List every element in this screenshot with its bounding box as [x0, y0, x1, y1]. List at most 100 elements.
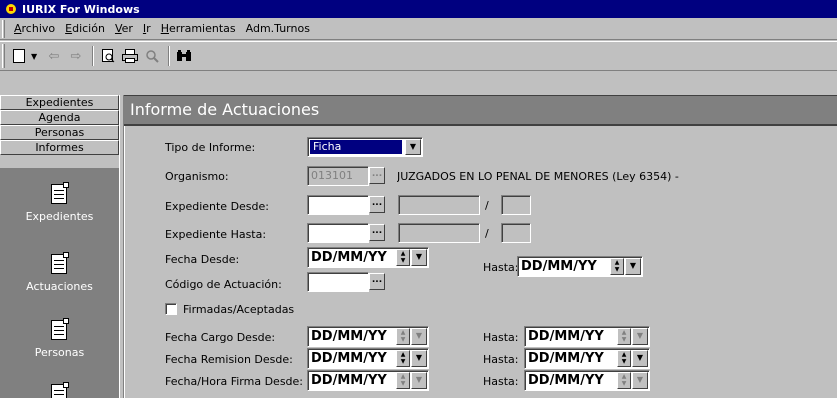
organismo-name: JUZGADOS EN LO PENAL DE MENORES (Ley 635…	[397, 170, 679, 183]
menu-ver[interactable]: Ver	[110, 22, 138, 35]
sidebar-tab-informes[interactable]: Informes	[0, 140, 119, 155]
chevron-down-icon[interactable]: ▼	[632, 372, 648, 389]
spin-updown-icon[interactable]: ▲ ▼	[396, 249, 410, 266]
fecha-cargo-desde-date[interactable]: DD/MM/YY ▲ ▼ ▼	[307, 326, 429, 347]
chevron-down-icon[interactable]: ▼	[632, 328, 648, 345]
menu-herramientas[interactable]: Herramientas	[156, 22, 241, 35]
fecha-remision-desde-value: DD/MM/YY	[311, 351, 387, 366]
spin-updown-icon[interactable]: ▲ ▼	[396, 328, 410, 345]
spin-updown-icon[interactable]: ▲ ▼	[610, 258, 624, 275]
expediente-desde-number-field[interactable]	[398, 195, 480, 215]
slash-separator: /	[485, 199, 489, 212]
print-icon[interactable]	[120, 46, 140, 66]
fecha-hasta-value: DD/MM/YY	[521, 259, 597, 274]
sidebar-item-actuaciones[interactable]: Actuaciones	[0, 252, 119, 293]
fecha-hasta-label: Hasta:	[483, 261, 519, 274]
chevron-down-icon[interactable]: ▼	[411, 350, 427, 367]
chevron-down-icon[interactable]: ▼	[632, 350, 648, 367]
chevron-down-icon[interactable]: ▼	[405, 139, 421, 155]
binoculars-find-icon[interactable]	[174, 46, 194, 66]
expediente-desde-label: Expediente Desde:	[165, 200, 269, 213]
expediente-hasta-year-field[interactable]	[501, 223, 531, 243]
spin-updown-icon[interactable]: ▲ ▼	[617, 372, 631, 389]
chevron-down-icon[interactable]: ▼	[411, 372, 427, 389]
chevron-down-icon[interactable]: ▼	[411, 249, 427, 266]
fecha-cargo-hasta-label: Hasta:	[483, 331, 519, 344]
zoom-icon[interactable]	[142, 46, 162, 66]
expediente-hasta-field[interactable]	[307, 223, 369, 243]
fecha-remision-hasta-date[interactable]: DD/MM/YY ▲ ▼ ▼	[524, 348, 650, 369]
fecha-cargo-label: Fecha Cargo Desde:	[165, 331, 276, 344]
print-preview-icon[interactable]	[98, 46, 118, 66]
firmadas-checkbox[interactable]	[165, 303, 177, 315]
toolbar-separator	[92, 46, 94, 66]
menu-ir[interactable]: Ir	[138, 22, 156, 35]
codigo-actuacion-field[interactable]	[307, 272, 369, 292]
chevron-down-icon[interactable]: ▼	[411, 328, 427, 345]
page-header: Informe de Actuaciones	[124, 95, 837, 124]
expediente-hasta-number-field[interactable]	[398, 223, 480, 243]
back-arrow-icon[interactable]: ⇦	[44, 46, 64, 66]
expediente-desde-year-field[interactable]	[501, 195, 531, 215]
sidebar-item-label: Expedientes	[25, 210, 94, 223]
chevron-down-icon[interactable]: ▼	[625, 258, 641, 275]
organismo-lookup-button[interactable]: ...	[369, 167, 385, 184]
fecha-cargo-desde-value: DD/MM/YY	[311, 329, 387, 344]
fecha-desde-value: DD/MM/YY	[311, 250, 387, 265]
fecha-remision-hasta-value: DD/MM/YY	[528, 351, 604, 366]
sidebar-tab-agenda[interactable]: Agenda	[0, 110, 119, 125]
sidebar-item-label: Actuaciones	[26, 280, 93, 293]
page-title: Informe de Actuaciones	[130, 100, 320, 119]
menubar-grip[interactable]	[2, 19, 5, 38]
tipo-informe-select[interactable]: Ficha ▼	[307, 137, 423, 157]
sidebar-tab-personas[interactable]: Personas	[0, 125, 119, 140]
forward-arrow-icon[interactable]: ⇨	[66, 46, 86, 66]
new-dropdown-icon[interactable]: ▼	[31, 52, 40, 61]
organismo-code-field[interactable]: 013101	[307, 166, 369, 186]
title-bar: IURIX For Windows	[0, 0, 837, 18]
fecha-firma-desde-date[interactable]: DD/MM/YY ▲ ▼ ▼	[307, 370, 429, 391]
menu-edicion[interactable]: Edición	[60, 22, 110, 35]
tipo-informe-value: Ficha	[310, 140, 402, 154]
firmadas-label: Firmadas/Aceptadas	[183, 303, 295, 316]
spin-updown-icon[interactable]: ▲ ▼	[617, 350, 631, 367]
fecha-remision-desde-date[interactable]: DD/MM/YY ▲ ▼ ▼	[307, 348, 429, 369]
slash-separator: /	[485, 227, 489, 240]
report-form: Tipo de Informe: Ficha ▼ Organismo: 0131…	[124, 126, 837, 398]
menu-adm-turnos[interactable]: Adm.Turnos	[241, 22, 315, 35]
codigo-actuacion-label: Código de Actuación:	[165, 278, 282, 291]
fecha-hasta-date[interactable]: DD/MM/YY ▲ ▼ ▼	[517, 256, 643, 277]
sidebar-panel: Expedientes Actuaciones Personas	[0, 168, 119, 398]
fecha-firma-hasta-date[interactable]: DD/MM/YY ▲ ▼ ▼	[524, 370, 650, 391]
fecha-cargo-hasta-date[interactable]: DD/MM/YY ▲ ▼ ▼	[524, 326, 650, 347]
sidebar: Expedientes Agenda Personas Informes Exp…	[0, 95, 119, 398]
expediente-desde-lookup-button[interactable]: ...	[369, 196, 385, 213]
fecha-desde-label: Fecha Desde:	[165, 253, 240, 266]
spin-updown-icon[interactable]: ▲ ▼	[396, 372, 410, 389]
sidebar-item-expedientes[interactable]: Expedientes	[0, 182, 119, 223]
fecha-firma-hasta-label: Hasta:	[483, 375, 519, 388]
menu-bar: Archivo Edición Ver Ir Herramientas Adm.…	[0, 18, 837, 40]
menu-archivo[interactable]: Archivo	[9, 22, 60, 35]
sidebar-item-label: Personas	[34, 346, 85, 359]
spin-updown-icon[interactable]: ▲ ▼	[617, 328, 631, 345]
sidebar-tab-expedientes[interactable]: Expedientes	[0, 95, 119, 110]
app-icon	[4, 3, 18, 15]
fecha-firma-hasta-value: DD/MM/YY	[528, 373, 604, 388]
toolbar: ▼ ⇦ ⇨	[0, 41, 837, 71]
sidebar-item-personas[interactable]: Personas	[0, 318, 119, 359]
toolbar-separator	[168, 46, 170, 66]
expediente-hasta-label: Expediente Hasta:	[165, 228, 267, 241]
fecha-desde-date[interactable]: DD/MM/YY ▲ ▼ ▼	[307, 247, 429, 268]
organismo-label: Organismo:	[165, 170, 229, 183]
report-document-icon	[50, 182, 69, 204]
expediente-hasta-lookup-button[interactable]: ...	[369, 224, 385, 241]
spin-updown-icon[interactable]: ▲ ▼	[396, 350, 410, 367]
toolbar-grip[interactable]	[2, 44, 5, 68]
report-document-icon	[50, 382, 69, 398]
fecha-cargo-hasta-value: DD/MM/YY	[528, 329, 604, 344]
codigo-actuacion-lookup-button[interactable]: ...	[369, 273, 385, 290]
sidebar-item-more[interactable]	[0, 382, 119, 398]
new-document-icon[interactable]	[9, 46, 29, 66]
expediente-desde-field[interactable]	[307, 195, 369, 215]
